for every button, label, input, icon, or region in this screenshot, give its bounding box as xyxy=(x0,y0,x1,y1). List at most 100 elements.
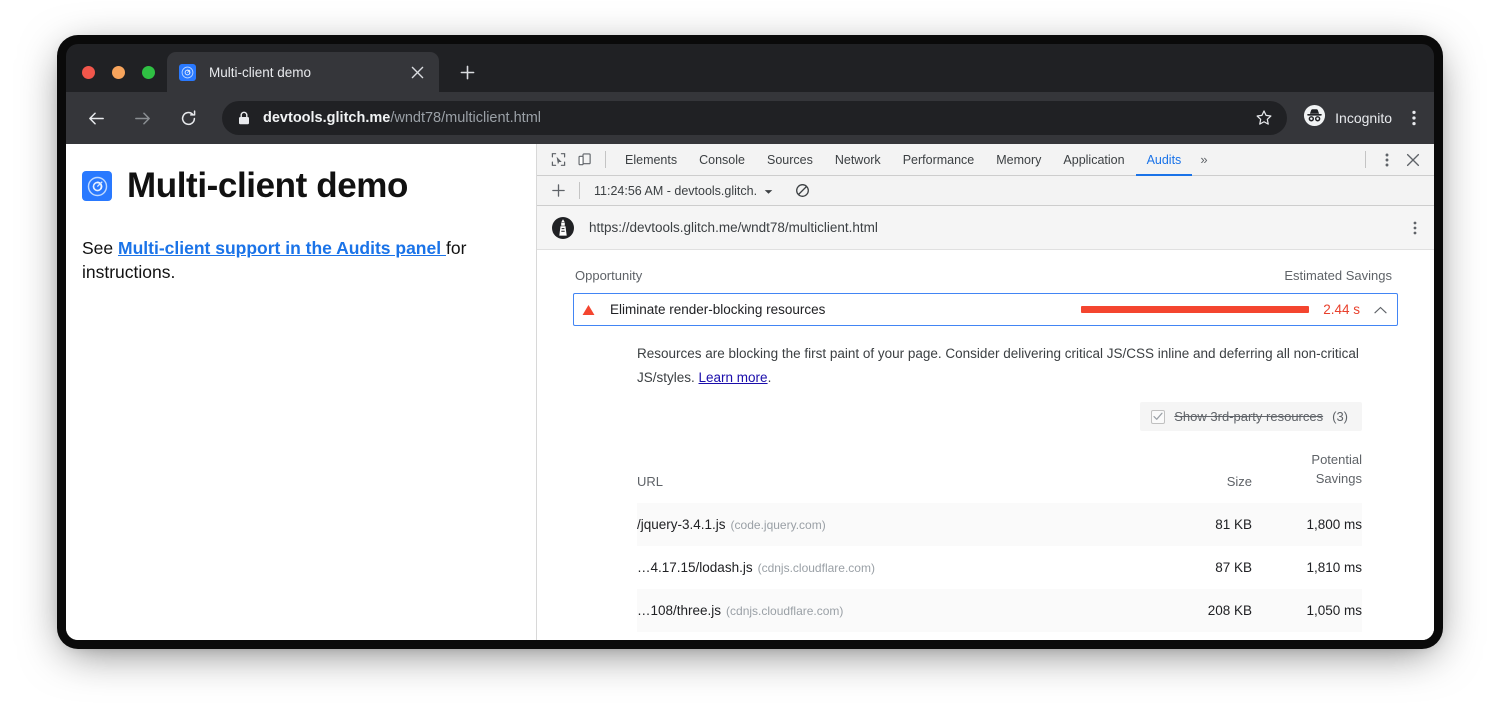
lighthouse-logo-icon xyxy=(551,216,575,240)
resource-url: /jquery-3.4.1.js xyxy=(637,517,726,532)
page-heading: Multi-client demo xyxy=(82,166,512,206)
column-opportunity: Opportunity xyxy=(575,268,642,283)
page-title: Multi-client demo xyxy=(127,166,408,206)
savings-bar xyxy=(1081,306,1309,313)
cell-savings: 1,810 ms xyxy=(1252,546,1362,589)
opportunity-title: Eliminate render-blocking resources xyxy=(610,302,825,317)
opportunity-savings: 2.44 s xyxy=(1081,302,1387,317)
tab-strip: Multi-client demo xyxy=(66,44,1434,92)
header-potential-savings: Potential Savings xyxy=(1252,447,1362,503)
toolbar-divider xyxy=(605,151,606,168)
device-toolbar-icon[interactable] xyxy=(571,147,597,173)
resource-origin: (cdnjs.cloudflare.com) xyxy=(726,604,843,618)
header-savings-line2: Savings xyxy=(1252,470,1362,489)
opportunity-row-render-blocking[interactable]: Eliminate render-blocking resources 2.44… xyxy=(573,293,1398,326)
inspect-element-icon[interactable] xyxy=(545,147,571,173)
header-size: Size xyxy=(1142,447,1252,503)
browser-window: Multi-client demo xyxy=(66,44,1434,640)
opportunity-description: Resources are blocking the first paint o… xyxy=(573,342,1398,390)
savings-value: 2.44 s xyxy=(1323,302,1360,317)
cell-url: /jquery-3.4.1.js(code.jquery.com) xyxy=(637,503,1142,546)
report-url: https://devtools.glitch.me/wndt78/multic… xyxy=(589,220,878,235)
devtools-tabbar: Elements Console Sources Network Perform… xyxy=(537,144,1434,176)
audit-run-selector[interactable]: 11:24:56 AM - devtools.glitch. xyxy=(588,184,779,198)
chevron-up-icon[interactable] xyxy=(1374,306,1387,314)
close-devtools-icon[interactable] xyxy=(1400,147,1426,173)
filter-row: Show 3rd-party resources (3) xyxy=(573,390,1398,431)
tab-title: Multi-client demo xyxy=(209,65,407,80)
cell-size: 87 KB xyxy=(1142,546,1252,589)
reload-button[interactable] xyxy=(172,102,204,134)
kebab-menu-icon[interactable] xyxy=(1374,147,1400,173)
incognito-label: Incognito xyxy=(1335,110,1392,126)
tab-application[interactable]: Application xyxy=(1052,144,1135,176)
column-estimated-savings: Estimated Savings xyxy=(1284,268,1392,283)
toolbar-divider xyxy=(579,182,580,199)
learn-more-link[interactable]: Learn more xyxy=(699,370,768,385)
table-row[interactable]: …108/three.js (cdnjs.cloudflare.com) 208 … xyxy=(637,589,1362,632)
chevron-down-icon xyxy=(764,184,773,198)
browser-toolbar: devtools.glitch.me/wndt78/multiclient.ht… xyxy=(66,92,1434,144)
cell-url: …4.17.15/lodash.js(cdnjs.cloudflare.com) xyxy=(637,546,1142,589)
address-bar[interactable]: devtools.glitch.me/wndt78/multiclient.ht… xyxy=(222,101,1287,135)
traffic-lights xyxy=(82,66,155,79)
devtools-toolbar-right xyxy=(1357,147,1434,173)
lock-icon xyxy=(238,111,250,125)
maximize-window-button[interactable] xyxy=(142,66,155,79)
browser-tab[interactable]: Multi-client demo xyxy=(167,52,439,92)
page-paragraph: See Multi-client support in the Audits p… xyxy=(82,236,512,284)
tab-performance[interactable]: Performance xyxy=(892,144,986,176)
opportunities-header: Opportunity Estimated Savings xyxy=(573,268,1398,293)
new-tab-button[interactable] xyxy=(455,60,479,84)
star-icon[interactable] xyxy=(1245,109,1273,127)
header-savings-line1: Potential xyxy=(1252,451,1362,470)
new-audit-button[interactable] xyxy=(545,178,571,204)
resource-origin: (cdnjs.cloudflare.com) xyxy=(758,561,875,575)
devtools-spiral-icon xyxy=(179,64,196,81)
resource-url: …108/three.js xyxy=(637,603,721,618)
description-period: . xyxy=(768,370,772,385)
report-header: https://devtools.glitch.me/wndt78/multic… xyxy=(537,206,1434,250)
tab-console[interactable]: Console xyxy=(688,144,756,176)
table-row[interactable]: …4.17.15/lodash.js(cdnjs.cloudflare.com)… xyxy=(637,546,1362,589)
url-host: devtools.glitch.me xyxy=(263,110,390,126)
third-party-filter[interactable]: Show 3rd-party resources (3) xyxy=(1140,402,1362,431)
audit-run-label: 11:24:56 AM - devtools.glitch. xyxy=(594,184,757,198)
third-party-filter-label: Show 3rd-party resources xyxy=(1174,409,1323,424)
third-party-filter-count: (3) xyxy=(1332,409,1348,424)
close-window-button[interactable] xyxy=(82,66,95,79)
table-row[interactable]: /jquery-3.4.1.js(code.jquery.com) 81 KB … xyxy=(637,503,1362,546)
tab-audits[interactable]: Audits xyxy=(1136,144,1193,176)
more-tabs-button[interactable]: » xyxy=(1192,144,1215,176)
cell-savings: 1,050 ms xyxy=(1252,589,1362,632)
tab-sources[interactable]: Sources xyxy=(756,144,824,176)
cell-size: 208 KB xyxy=(1142,589,1252,632)
cell-size: 81 KB xyxy=(1142,503,1252,546)
url-path: /wndt78/multiclient.html xyxy=(390,110,541,126)
audits-docs-link[interactable]: Multi-client support in the Audits panel xyxy=(118,238,446,258)
kebab-menu-icon[interactable] xyxy=(1408,220,1422,236)
close-icon[interactable] xyxy=(407,62,427,82)
resources-table: URL Size Potential Savings /jquery-3.4.1… xyxy=(637,447,1362,632)
kebab-menu-icon[interactable] xyxy=(1406,109,1422,127)
devtools-panel: Elements Console Sources Network Perform… xyxy=(537,144,1434,640)
clear-all-icon[interactable] xyxy=(789,178,815,204)
third-party-checkbox[interactable] xyxy=(1151,410,1165,424)
devtools-spiral-icon xyxy=(82,171,112,201)
incognito-icon xyxy=(1303,104,1326,132)
tab-memory[interactable]: Memory xyxy=(985,144,1052,176)
rendered-page: Multi-client demo See Multi-client suppo… xyxy=(66,144,537,640)
cell-url: …108/three.js (cdnjs.cloudflare.com) xyxy=(637,589,1142,632)
tab-elements[interactable]: Elements xyxy=(614,144,688,176)
viewport: Multi-client demo See Multi-client suppo… xyxy=(66,144,1434,640)
back-button[interactable] xyxy=(80,102,112,134)
opportunities-section: Opportunity Estimated Savings Eliminate … xyxy=(537,250,1434,640)
minimize-window-button[interactable] xyxy=(112,66,125,79)
forward-button[interactable] xyxy=(126,102,158,134)
header-url: URL xyxy=(637,447,1142,503)
paragraph-prefix: See xyxy=(82,238,118,258)
cell-savings: 1,800 ms xyxy=(1252,503,1362,546)
incognito-indicator[interactable]: Incognito xyxy=(1303,104,1392,132)
warning-triangle-icon xyxy=(582,304,595,316)
tab-network[interactable]: Network xyxy=(824,144,892,176)
